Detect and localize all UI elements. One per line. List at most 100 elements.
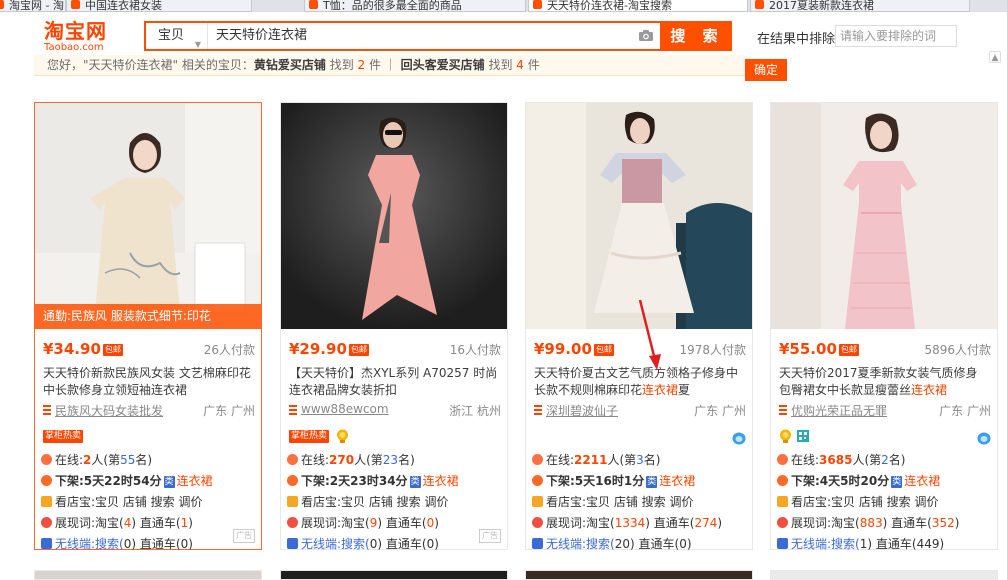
product-image[interactable]: [771, 103, 997, 329]
category-badge: 类: [163, 476, 175, 488]
product-card[interactable]: 通勤:民族风 服装款式细节:印花 ¥34.90 包邮 26人付款 天天特价新款民…: [34, 102, 262, 551]
tools-line[interactable]: 看店宝:宝贝 店铺 搜索 调价: [532, 493, 746, 511]
category-link[interactable]: 连衣裙: [177, 474, 213, 488]
tools-line[interactable]: 看店宝:宝贝 店铺 搜索 调价: [287, 493, 501, 511]
ad-badge: 广告: [233, 529, 255, 543]
search-word-icon: [532, 517, 543, 528]
sold-count: 16人付款: [449, 343, 501, 357]
product-title[interactable]: 天天特价新款民族风女装 文艺棉麻印花 中长款修身立领短袖连衣裙: [43, 365, 255, 399]
notice-link-repeat[interactable]: 回头客爱买店铺: [401, 58, 485, 72]
product-price: ¥29.90: [289, 340, 347, 358]
search-button[interactable]: 搜 索: [662, 21, 732, 51]
logo-text-cn: 淘宝网: [44, 19, 107, 43]
fire-icon: [532, 454, 543, 465]
online-line: 在线:2人(第55名): [41, 451, 255, 469]
sold-count: 1978人付款: [679, 343, 746, 357]
product-card[interactable]: ¥29.90 包邮 16人付款 【天天特价】杰XYL系列 A70257 时尚 连…: [280, 102, 508, 553]
next-product-card[interactable]: [525, 570, 753, 580]
mobile-icon: [532, 538, 543, 549]
browser-tab[interactable]: 2017夏装新款连衣裙: [750, 0, 970, 12]
search-input[interactable]: 天天特价连衣裙: [212, 23, 622, 49]
fire-icon: [287, 454, 298, 465]
next-product-card[interactable]: [34, 570, 262, 580]
shop-name-link[interactable]: 优购光荣正品无罪: [791, 402, 887, 419]
search-type-select[interactable]: 宝贝 ▼: [146, 23, 208, 49]
badge-row: 掌柜热卖: [289, 429, 501, 444]
browser-tab[interactable]: T恤：品的很多最全面的商品: [304, 0, 526, 12]
product-price: ¥55.00: [779, 340, 837, 358]
price-row: ¥34.90 包邮 26人付款: [43, 339, 255, 359]
clock-icon: [41, 475, 52, 486]
notice-link-gold[interactable]: 黄钻爱买店铺: [254, 58, 326, 72]
mail-icon: [287, 496, 298, 507]
tools-line[interactable]: 看店宝:宝贝 店铺 搜索 调价: [777, 493, 991, 511]
mail-icon: [532, 496, 543, 507]
shop-location: 广东 广州: [939, 404, 991, 418]
gold-medal-icon: [780, 429, 791, 443]
shop-name-link[interactable]: 深圳碧波仙子: [546, 402, 618, 419]
next-product-card[interactable]: [280, 570, 508, 580]
offshelf-line: 下架:2天23时34分类连衣裙: [287, 472, 501, 490]
tab-favicon-icon: [755, 0, 764, 9]
tab-favicon-icon: [533, 0, 542, 9]
shop-row: 深圳碧波仙子 广东 广州: [534, 402, 746, 418]
camera-icon[interactable]: [638, 29, 654, 42]
badge-row: [779, 429, 991, 445]
free-shipping-badge: 包邮: [594, 344, 614, 356]
gold-medal-icon: [337, 429, 348, 443]
browser-tab[interactable]: 淘宝网 - 淘！我喜欢: [0, 0, 66, 12]
exclude-input[interactable]: 请输入要排除的词: [835, 25, 957, 47]
search-word-icon: [777, 517, 788, 528]
product-price: ¥34.90: [43, 340, 101, 358]
shop-name-link[interactable]: www88ewcom: [301, 402, 389, 416]
clock-icon: [287, 475, 298, 486]
exclude-label: 在结果中排除: [757, 32, 836, 47]
product-card[interactable]: ¥99.00 包邮 1978人付款 天天特价夏古文艺气质方领格子修身中 长款不规…: [525, 102, 753, 551]
price-row: ¥99.00 包邮 1978人付款: [534, 339, 746, 359]
offshelf-line: 下架:5天16时1分类连衣裙: [532, 472, 746, 490]
wangwang-chat-icon[interactable]: [977, 432, 991, 445]
product-title[interactable]: 天天特价夏古文艺气质方领格子修身中 长款不规则棉麻印花连衣裙夏: [534, 365, 746, 399]
logo-text-en: Taobao.com: [44, 42, 104, 53]
shop-location: 广东 广州: [203, 404, 255, 418]
offshelf-line: 下架:5天22时54分类连衣裙: [41, 472, 255, 490]
category-badge: 类: [409, 476, 421, 488]
tab-favicon-icon: [0, 0, 4, 9]
confirm-button[interactable]: 确定: [745, 59, 787, 81]
product-image[interactable]: 通勤:民族风 服装款式细节:印花: [35, 103, 261, 329]
fire-icon: [777, 454, 788, 465]
product-price: ¥99.00: [534, 340, 592, 358]
show-words-line: 展现词:淘宝(9) 直通车(0): [287, 514, 501, 532]
online-line: 在线:270人(第23名): [287, 451, 501, 469]
browser-tab-active[interactable]: 天天特价连衣裙-淘宝搜索: [528, 0, 748, 12]
product-image[interactable]: [281, 103, 507, 329]
browser-tab[interactable]: 中国连衣裙女装: [66, 0, 252, 12]
product-card[interactable]: ¥55.00 包邮 5896人付款 天天特价2017夏季新款女装气质修身 包臀裙…: [770, 102, 998, 553]
wireless-line: 无线端:搜索(1) 直通车(449): [777, 535, 991, 553]
product-tag-bar: 通勤:民族风 服装款式细节:印花: [35, 304, 261, 329]
shop-icon: [43, 405, 51, 415]
category-link[interactable]: 连衣裙: [904, 474, 940, 488]
free-shipping-badge: 包邮: [349, 344, 369, 356]
wangwang-chat-icon[interactable]: [732, 432, 746, 445]
browser-tab-strip: 淘宝网 - 淘！我喜欢 中国连衣裙女装 T恤：品的很多最全面的商品 天天特价连衣…: [0, 0, 1007, 12]
category-link[interactable]: 连衣裙: [423, 474, 459, 488]
scroll-up-icon[interactable]: ▲: [989, 51, 1001, 63]
shop-location: 广东 广州: [694, 404, 746, 418]
next-product-card[interactable]: [770, 570, 998, 580]
tools-line[interactable]: 看店宝:宝贝 店铺 搜索 调价: [41, 493, 255, 511]
shop-name-link[interactable]: 民族风大码女装批发: [55, 402, 163, 419]
shop-row: 民族风大码女装批发 广东 广州: [43, 402, 255, 418]
qr-code-icon[interactable]: [797, 430, 809, 442]
product-title[interactable]: 天天特价2017夏季新款女装气质修身 包臀裙女中长款显瘦蕾丝连衣裙: [779, 365, 991, 399]
category-link[interactable]: 连衣裙: [659, 474, 695, 488]
category-badge: 类: [891, 476, 903, 488]
shop-icon: [534, 405, 542, 415]
clock-icon: [777, 475, 788, 486]
product-title[interactable]: 【天天特价】杰XYL系列 A70257 时尚 连衣裙品牌女装折扣: [289, 365, 501, 399]
product-image[interactable]: [526, 103, 752, 329]
sold-count: 5896人付款: [924, 343, 991, 357]
mobile-icon: [41, 538, 52, 549]
wireless-line: 无线端:搜索(0) 直通车(0): [287, 535, 501, 553]
taobao-logo[interactable]: 淘宝网 Taobao.com: [44, 20, 134, 56]
